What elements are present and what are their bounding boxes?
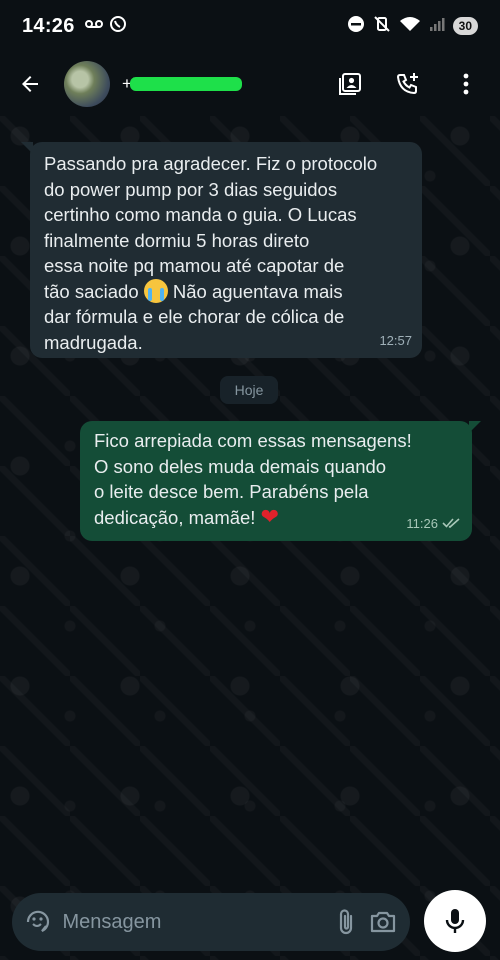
add-call-icon [396,73,418,95]
voicemail-icon [84,17,103,35]
outgoing-message-meta: 11:26 [406,511,462,537]
incoming-message-text: Passando pra agradecer. Fiz o protocolo … [44,153,378,353]
double-check-icon [442,518,460,529]
back-arrow-icon [22,76,38,92]
status-time: 14:26 [22,14,75,37]
outgoing-message-text: Fico arrepiada com essas mensagens! O so… [94,430,412,530]
outgoing-message-time: 11:26 [406,515,438,531]
crying-emoji-icon [143,278,168,303]
sticker-icon [27,910,50,933]
status-bar: 14:26 30 [0,0,500,52]
camera-button[interactable] [365,899,402,945]
back-button[interactable] [2,56,58,112]
date-divider: Hoje [220,376,278,404]
chat-header: +5 [0,52,500,116]
status-notification-icons [84,15,127,38]
do-not-disturb-icon [347,15,365,38]
contact-card-button[interactable] [328,62,372,106]
more-options-button[interactable] [444,62,488,106]
contact-avatar[interactable] [64,61,110,107]
more-vert-icon [463,73,469,95]
attach-button[interactable] [328,899,365,945]
battery-indicator: 30 [452,17,478,35]
status-system-icons: 30 [347,15,478,38]
add-call-button[interactable] [386,62,430,106]
incoming-message[interactable]: Passando pra agradecer. Fiz o protocolo … [21,142,422,358]
contact-name[interactable]: +5 [122,74,242,94]
name-redaction [130,77,242,91]
message-input[interactable] [62,902,328,942]
whatsapp-notification-icon [109,15,127,38]
sticker-button[interactable] [18,897,59,947]
voice-message-button[interactable] [424,890,486,952]
wifi-icon [399,16,421,37]
attach-icon [340,909,353,935]
signal-icon [429,16,445,37]
header-actions [328,62,500,106]
outgoing-message[interactable]: Fico arrepiada com essas mensagens! O so… [80,421,481,541]
camera-icon [371,911,396,933]
contact-card-icon [339,73,361,95]
heart-emoji-icon: ❤ [260,504,280,530]
incoming-message-time: 12:57 [379,332,412,348]
message-composer [12,893,410,951]
mic-icon [445,909,465,933]
vibrate-off-icon [373,15,391,38]
